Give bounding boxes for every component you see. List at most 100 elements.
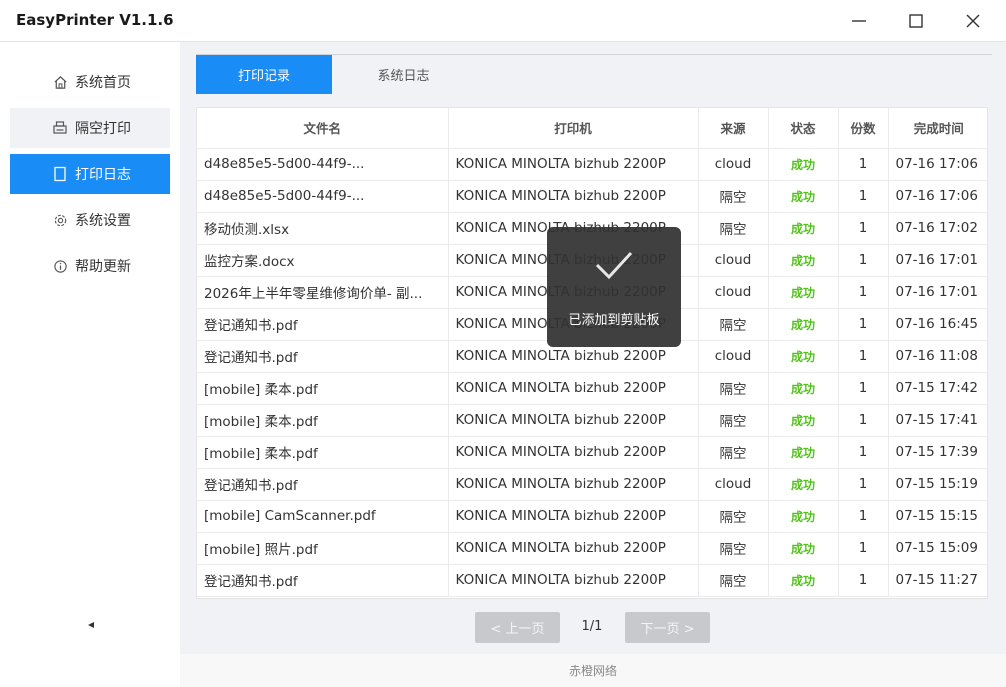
- close-icon: [966, 14, 980, 28]
- sidebar-item-label: 隔空打印: [75, 121, 131, 137]
- sidebar-item-label: 帮助更新: [75, 259, 131, 275]
- source-cell: cloud: [698, 244, 769, 277]
- source-cell: 隔空: [698, 180, 769, 213]
- completion-time-cell: 07-16 17:02: [888, 212, 987, 245]
- table-header-row: 文件名 打印机 来源 状态 份数 完成时间: [197, 108, 987, 149]
- sidebar-item-print-log[interactable]: 打印日志: [10, 154, 170, 194]
- status-cell: 成功: [768, 564, 839, 597]
- table-row[interactable]: [mobile] 柔本.pdf KONICA MINOLTA bizhub 220…: [197, 372, 987, 405]
- completion-time-cell: 07-15 15:15: [888, 500, 987, 533]
- table-body: d48e85e5-5d00-44f9-... KONICA MINOLTA biz…: [197, 148, 987, 597]
- status-cell: 成功: [768, 500, 839, 533]
- table-row[interactable]: [mobile] 柔本.pdf KONICA MINOLTA bizhub 220…: [197, 404, 987, 437]
- completion-time-cell: 07-16 17:01: [888, 276, 987, 309]
- clipboard-toast: 已添加到剪贴板: [547, 227, 681, 347]
- status-cell: 成功: [768, 276, 839, 309]
- maximize-icon: [909, 14, 923, 28]
- source-cell: 隔空: [698, 308, 769, 341]
- file-name-cell: 登记通知书.pdf: [197, 340, 449, 373]
- file-name-cell: [mobile] CamScanner.pdf: [197, 500, 449, 533]
- copies-cell: 1: [838, 212, 889, 245]
- sidebar-item-label: 打印日志: [75, 167, 131, 183]
- file-name-cell: 监控方案.docx: [197, 244, 449, 277]
- status-cell: 成功: [768, 468, 839, 501]
- column-header-printer: 打印机: [448, 108, 699, 149]
- document-icon: [52, 166, 68, 182]
- column-header-status: 状态: [768, 108, 839, 149]
- table-row[interactable]: d48e85e5-5d00-44f9-... KONICA MINOLTA biz…: [197, 148, 987, 181]
- source-cell: 隔空: [698, 532, 769, 565]
- file-name-cell: 登记通知书.pdf: [197, 308, 449, 341]
- table-row[interactable]: [mobile] 照片.pdf KONICA MINOLTA bizhub 220…: [197, 532, 987, 565]
- copies-cell: 1: [838, 308, 889, 341]
- completion-time-cell: 07-16 17:06: [888, 180, 987, 213]
- maximize-button[interactable]: [893, 0, 939, 42]
- sidebar-item-label: 系统设置: [75, 213, 131, 229]
- source-cell: 隔空: [698, 564, 769, 597]
- tab-system-log[interactable]: 系统日志: [336, 55, 471, 94]
- tab-print-records[interactable]: 打印记录: [196, 55, 332, 94]
- status-cell: 成功: [768, 372, 839, 405]
- sidebar-item-help[interactable]: 帮助更新: [10, 246, 170, 286]
- file-name-cell: [mobile] 柔本.pdf: [197, 436, 449, 469]
- prev-page-button[interactable]: < 上一页: [475, 612, 560, 643]
- completion-time-cell: 07-15 17:42: [888, 372, 987, 405]
- status-cell: 成功: [768, 404, 839, 437]
- page-indicator: 1/1: [581, 619, 603, 634]
- source-cell: cloud: [698, 340, 769, 373]
- caret-left-icon: [88, 622, 94, 628]
- printer-cell: KONICA MINOLTA bizhub 2200P: [448, 500, 699, 533]
- completion-time-cell: 07-16 17:01: [888, 244, 987, 277]
- source-cell: 隔空: [698, 436, 769, 469]
- source-cell: cloud: [698, 148, 769, 181]
- column-header-file: 文件名: [197, 108, 449, 149]
- source-cell: 隔空: [698, 500, 769, 533]
- gear-icon: [52, 212, 68, 228]
- copies-cell: 1: [838, 436, 889, 469]
- printer-cell: KONICA MINOLTA bizhub 2200P: [448, 564, 699, 597]
- file-name-cell: [mobile] 柔本.pdf: [197, 372, 449, 405]
- status-cell: 成功: [768, 436, 839, 469]
- table-row[interactable]: [mobile] 柔本.pdf KONICA MINOLTA bizhub 220…: [197, 436, 987, 469]
- column-header-time: 完成时间: [888, 108, 987, 149]
- file-name-cell: 登记通知书.pdf: [197, 468, 449, 501]
- title-bar: EasyPrinter V1.1.6: [0, 0, 1006, 42]
- file-name-cell: 移动侦测.xlsx: [197, 212, 449, 245]
- file-name-cell: 登记通知书.pdf: [197, 564, 449, 597]
- printer-cell: KONICA MINOLTA bizhub 2200P: [448, 436, 699, 469]
- print-log-table: 文件名 打印机 来源 状态 份数 完成时间 d48e85e5-5d00-44f9…: [196, 107, 988, 599]
- completion-time-cell: 07-15 15:19: [888, 468, 987, 501]
- completion-time-cell: 07-15 17:41: [888, 404, 987, 437]
- minimize-icon: [852, 20, 866, 22]
- table-row[interactable]: 登记通知书.pdfKONICA MINOLTA bizhub 2200P隔空成功…: [197, 564, 987, 597]
- source-cell: 隔空: [698, 404, 769, 437]
- minimize-button[interactable]: [836, 0, 882, 42]
- copies-cell: 1: [838, 468, 889, 501]
- file-name-cell: 2026年上半年零星维修询价单- 副...: [197, 276, 449, 309]
- next-page-button[interactable]: 下一页 >: [625, 612, 710, 643]
- sidebar-item-home[interactable]: 系统首页: [10, 62, 170, 102]
- copies-cell: 1: [838, 276, 889, 309]
- source-cell: cloud: [698, 276, 769, 309]
- table-row[interactable]: d48e85e5-5d00-44f9-... KONICA MINOLTA biz…: [197, 180, 987, 213]
- completion-time-cell: 07-15 17:39: [888, 436, 987, 469]
- table-row[interactable]: [mobile] CamScanner.pdf KONICA MINOLTA bi…: [197, 500, 987, 533]
- collapse-sidebar-button[interactable]: [86, 620, 96, 630]
- copies-cell: 1: [838, 340, 889, 373]
- source-cell: cloud: [698, 468, 769, 501]
- status-cell: 成功: [768, 180, 839, 213]
- printer-icon: [52, 120, 68, 136]
- file-name-cell: d48e85e5-5d00-44f9-...: [197, 148, 449, 181]
- printer-cell: KONICA MINOLTA bizhub 2200P: [448, 180, 699, 213]
- table-row[interactable]: 登记通知书.pdf KONICA MINOLTA bizhub 2200P clou…: [197, 468, 987, 501]
- toast-message: 已添加到剪贴板: [568, 313, 660, 328]
- column-header-source: 来源: [698, 108, 769, 149]
- close-button[interactable]: [950, 0, 996, 42]
- source-cell: 隔空: [698, 212, 769, 245]
- completion-time-cell: 07-15 15:09: [888, 532, 987, 565]
- sidebar-item-settings[interactable]: 系统设置: [10, 200, 170, 240]
- sidebar-item-airprint[interactable]: 隔空打印: [10, 108, 170, 148]
- info-icon: [52, 258, 68, 274]
- source-cell: 隔空: [698, 372, 769, 405]
- file-name-cell: [mobile] 柔本.pdf: [197, 404, 449, 437]
